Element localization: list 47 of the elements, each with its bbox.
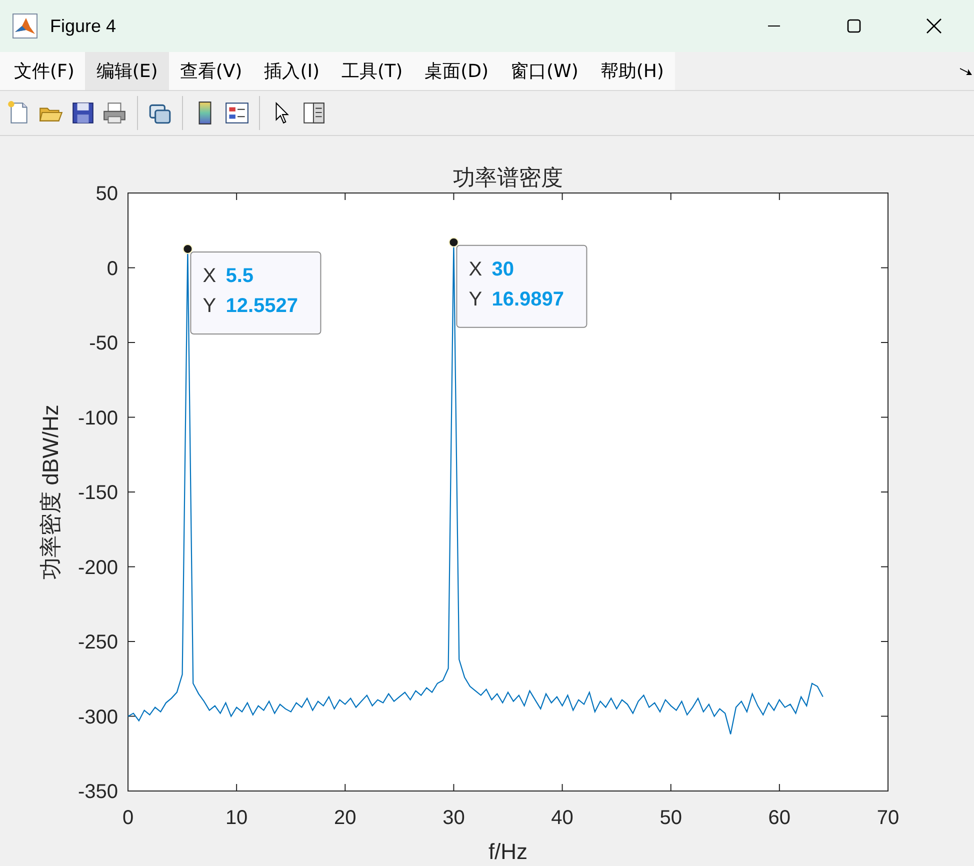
menu-item[interactable]: 窗口(W) <box>500 52 590 90</box>
x-tick-label: 60 <box>768 807 791 829</box>
menu-item[interactable]: 编辑(E) <box>85 52 169 90</box>
x-tick-label: 10 <box>225 807 248 829</box>
menu-item[interactable]: 插入(I) <box>253 52 331 90</box>
x-axis-label: f/Hz <box>488 839 528 864</box>
datatip-value: 5.5 <box>226 264 254 287</box>
x-tick-label: 50 <box>660 807 682 829</box>
datatip-axis: X <box>468 258 482 280</box>
legend-icon[interactable] <box>224 100 250 126</box>
chart-title: 功率谱密度 <box>453 166 563 191</box>
datatip-axis: Y <box>202 294 216 317</box>
datatip-axis: Y <box>468 288 482 310</box>
x-tick-label: 0 <box>122 807 134 829</box>
y-axis-label: 功率密度 dBW/Hz <box>38 404 63 580</box>
printer-icon[interactable] <box>102 100 128 126</box>
datatip-marker[interactable] <box>182 244 193 254</box>
x-tick-label: 70 <box>876 807 900 829</box>
panel-icon[interactable] <box>301 100 327 126</box>
y-tick-label: -250 <box>78 632 118 654</box>
y-tick-label: -350 <box>78 781 118 803</box>
app-icon <box>12 13 38 39</box>
y-tick-label: -100 <box>78 407 118 430</box>
menu-item[interactable]: 查看(V) <box>168 52 254 90</box>
menu-item[interactable]: 帮助(H) <box>589 52 675 90</box>
save-icon[interactable] <box>70 100 96 126</box>
datatip-value: 30 <box>492 258 514 280</box>
datatip-value: 12.5527 <box>226 294 298 317</box>
y-tick-label: 50 <box>96 183 118 205</box>
minimize-icon <box>768 25 780 27</box>
window-title: Figure 4 <box>50 16 118 36</box>
x-tick-label: 30 <box>442 807 465 829</box>
datatip-axis: X <box>202 264 216 287</box>
y-tick-label: 0 <box>106 258 118 280</box>
y-tick-label: -300 <box>78 706 118 728</box>
menu-item[interactable]: 桌面(D) <box>414 52 500 90</box>
x-tick-label: 20 <box>334 807 356 829</box>
close-icon <box>926 18 942 34</box>
maximize-icon <box>847 19 861 33</box>
datatip-value: 16.9897 <box>492 288 564 310</box>
y-tick-label: -200 <box>78 556 118 579</box>
menu-item[interactable]: 工具(T) <box>330 52 414 90</box>
x-tick-label: 40 <box>551 807 574 829</box>
datatip-marker[interactable] <box>448 237 459 248</box>
menu-item[interactable]: 文件(F) <box>3 52 86 90</box>
y-tick-label: -150 <box>78 482 118 504</box>
y-tick-label: -50 <box>89 332 118 354</box>
